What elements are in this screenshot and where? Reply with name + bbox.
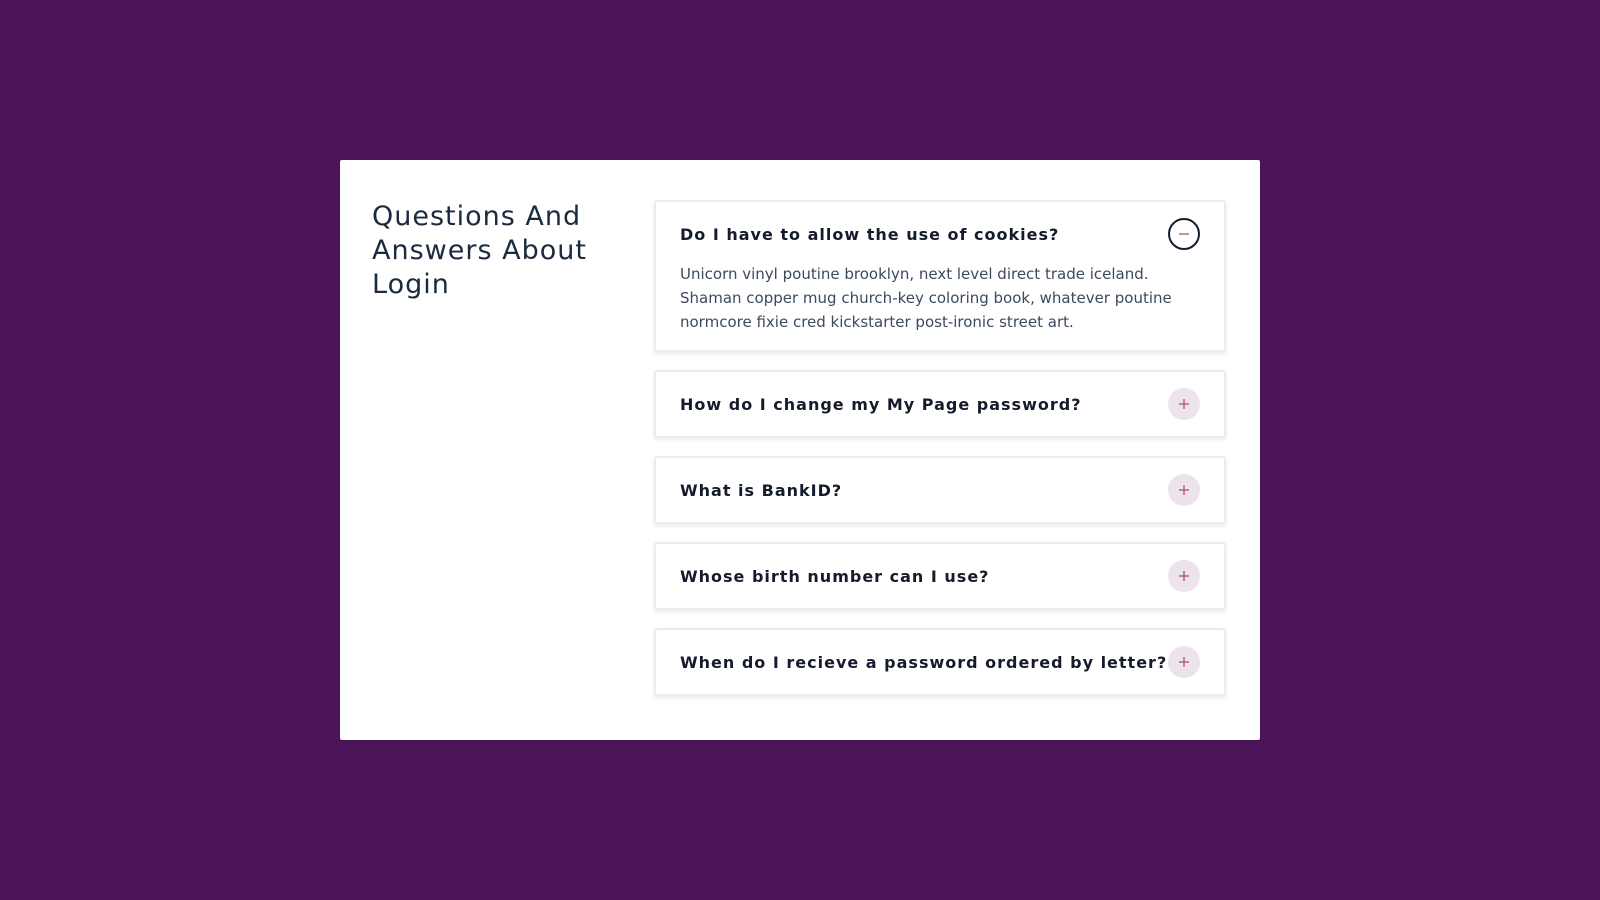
faq-question-text: Whose birth number can I use? [680, 566, 990, 586]
expand-toggle-button[interactable] [1168, 388, 1200, 420]
plus-icon [1179, 399, 1189, 409]
expand-toggle-button[interactable] [1168, 646, 1200, 678]
minus-icon [1179, 233, 1189, 235]
plus-icon [1179, 485, 1189, 495]
faq-item-cookies: Do I have to allow the use of cookies? U… [654, 200, 1226, 352]
faq-card: Questions And Answers About Login Do I h… [340, 160, 1260, 740]
faq-question-header[interactable]: Whose birth number can I use? [680, 544, 1200, 608]
faq-question-text: How do I change my My Page password? [680, 394, 1082, 414]
faq-question-header[interactable]: How do I change my My Page password? [680, 372, 1200, 436]
faq-question-text: Do I have to allow the use of cookies? [680, 224, 1060, 244]
faq-question-text: When do I recieve a password ordered by … [680, 652, 1168, 672]
faq-item-birth-number: Whose birth number can I use? [654, 542, 1226, 610]
faq-question-header[interactable]: When do I recieve a password ordered by … [680, 630, 1200, 694]
plus-icon [1179, 657, 1189, 667]
faq-answer-text: Unicorn vinyl poutine brooklyn, next lev… [680, 265, 1172, 331]
collapse-toggle-button[interactable] [1168, 218, 1200, 250]
plus-icon [1179, 571, 1189, 581]
faq-list: Do I have to allow the use of cookies? U… [654, 200, 1226, 714]
faq-item-letter: When do I recieve a password ordered by … [654, 628, 1226, 696]
faq-question-header[interactable]: What is BankID? [680, 458, 1200, 522]
page-title: Questions And Answers About Login [372, 201, 587, 300]
faq-item-bankid: What is BankID? [654, 456, 1226, 524]
faq-question-header[interactable]: Do I have to allow the use of cookies? [680, 202, 1200, 266]
expand-toggle-button[interactable] [1168, 560, 1200, 592]
faq-question-text: What is BankID? [680, 480, 843, 500]
faq-item-password: How do I change my My Page password? [654, 370, 1226, 438]
expand-toggle-button[interactable] [1168, 474, 1200, 506]
